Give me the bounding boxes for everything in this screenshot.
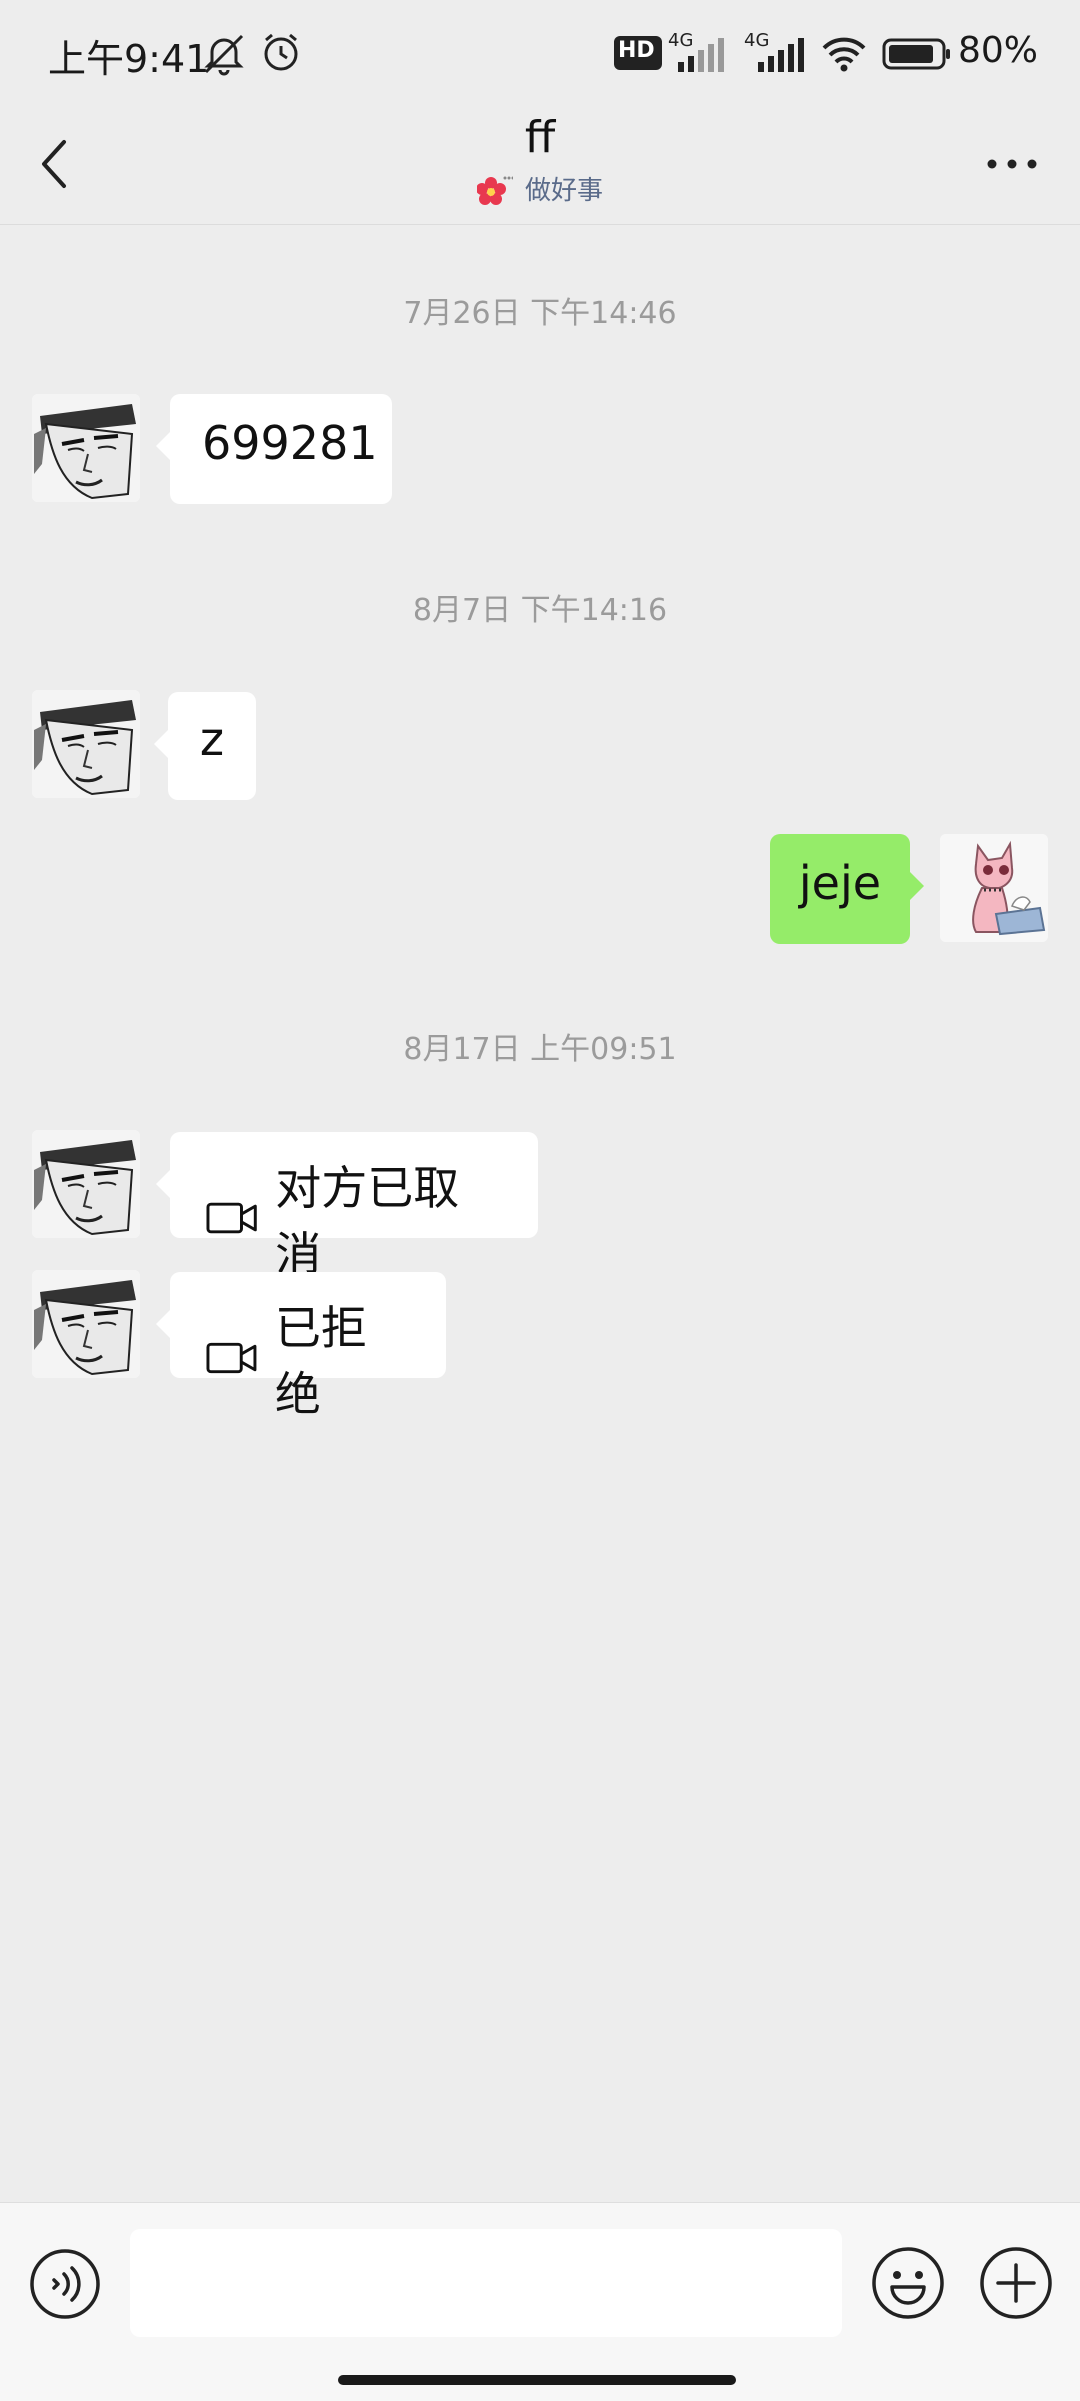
plus-icon	[980, 2247, 1052, 2319]
emoji-button[interactable]	[870, 2245, 946, 2321]
call-status-text: 已拒绝	[274, 1301, 367, 1421]
voice-icon	[30, 2249, 100, 2319]
contact-avatar[interactable]	[32, 1270, 140, 1378]
chat-header: ff 做好事	[0, 104, 1080, 226]
signal-icon-1	[678, 38, 724, 72]
manga-portrait-image	[32, 1270, 140, 1378]
call-status-text: 对方已取消	[275, 1161, 460, 1281]
contact-avatar[interactable]	[32, 394, 140, 502]
signal-icon-2	[758, 38, 804, 72]
video-call-bubble[interactable]: 已拒绝	[156, 1272, 446, 1421]
emoji-icon	[872, 2247, 944, 2319]
message-timestamp: 8月7日 下午14:16	[412, 593, 668, 628]
contact-status: 做好事	[0, 170, 1080, 209]
my-avatar[interactable]	[940, 834, 1048, 942]
message-input[interactable]	[130, 2229, 842, 2337]
battery-percent: 80%	[958, 30, 1039, 71]
more-functions-button[interactable]	[978, 2245, 1054, 2321]
pink-cat-image	[940, 834, 1048, 942]
header-divider	[0, 224, 1080, 225]
battery-icon	[882, 38, 950, 70]
manga-portrait-image	[32, 690, 140, 798]
contact-avatar[interactable]	[32, 690, 140, 798]
video-call-icon	[206, 1202, 257, 1234]
incoming-message-bubble[interactable]: 699281	[156, 394, 392, 504]
manga-portrait-image	[32, 394, 140, 502]
message-text: z	[199, 712, 225, 766]
status-bar: 上午9:41 HD 4G 4G 80%	[0, 0, 1080, 104]
message-timestamp: 7月26日 下午14:46	[403, 296, 677, 331]
input-bar	[0, 2202, 1080, 2401]
more-dots-icon	[987, 159, 1037, 169]
video-call-icon	[206, 1342, 257, 1374]
hd-label: HD	[618, 38, 655, 63]
chat-title: ff	[524, 112, 556, 163]
manga-portrait-image	[32, 1130, 140, 1238]
message-text: 699281	[202, 416, 378, 470]
contact-avatar[interactable]	[32, 1130, 140, 1238]
more-options-button[interactable]	[972, 134, 1052, 194]
outgoing-message-bubble[interactable]: jeje	[770, 834, 924, 944]
mute-bell-icon	[204, 34, 244, 76]
incoming-message-bubble[interactable]: z	[154, 692, 256, 800]
contact-status-text: 做好事	[524, 176, 603, 206]
wifi-icon	[822, 37, 866, 72]
message-text: jeje	[798, 856, 882, 910]
voice-input-button[interactable]	[28, 2247, 102, 2321]
status-time: 上午9:41	[48, 37, 210, 81]
message-timestamp: 8月17日 上午09:51	[403, 1032, 677, 1067]
flower-status-icon	[476, 176, 513, 205]
alarm-icon	[264, 33, 298, 71]
home-indicator[interactable]	[338, 2375, 736, 2385]
video-call-bubble[interactable]: 对方已取消	[156, 1132, 538, 1281]
